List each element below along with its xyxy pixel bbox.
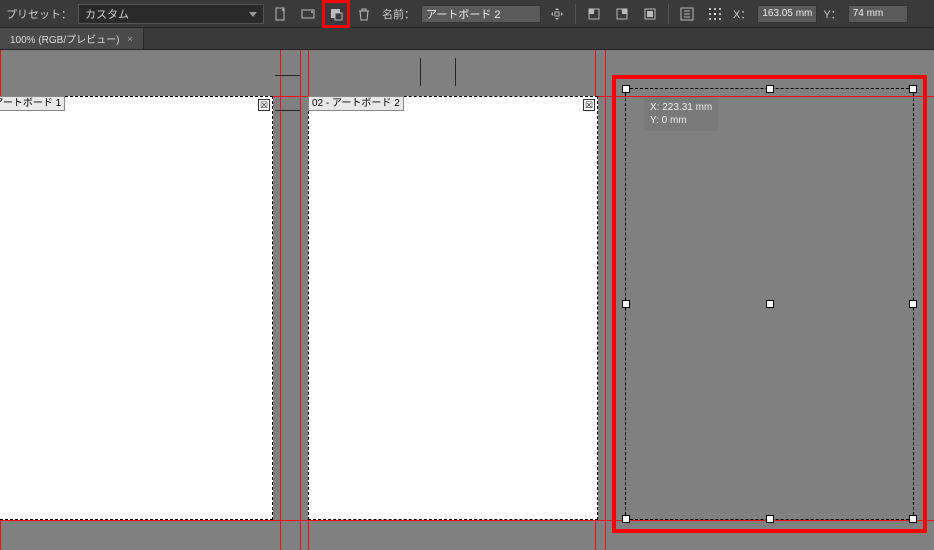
canvas-area[interactable]: 1 - アートボード 1 ☒ 02 - アートボード 2 ☒ X: 223.31… [0, 50, 934, 550]
position-tooltip: X: 223.31 mm Y: 0 mm [644, 97, 718, 131]
artboard-1[interactable]: 1 - アートボード 1 ☒ [0, 96, 273, 520]
resize-handle-nw[interactable] [622, 85, 630, 93]
document-tab-title: 100% (RGB/プレビュー) [10, 31, 119, 46]
align-button-3[interactable] [638, 2, 662, 26]
artboard-name-input[interactable] [421, 5, 541, 23]
reference-point-button[interactable] [703, 2, 727, 26]
tab-close-icon[interactable]: × [127, 34, 132, 44]
guide-vertical [280, 50, 281, 550]
resize-handle-e[interactable] [909, 300, 917, 308]
delete-artboard-button[interactable] [352, 2, 376, 26]
orientation-portrait-button[interactable] [268, 2, 292, 26]
align-button-1[interactable] [582, 2, 606, 26]
resize-handle-ne[interactable] [909, 85, 917, 93]
align-button-2[interactable] [610, 2, 634, 26]
artboard-label: 1 - アートボード 1 [0, 96, 65, 111]
artboard-label: 02 - アートボード 2 [308, 96, 404, 111]
separator [668, 4, 669, 24]
new-artboard-selection[interactable]: X: 223.31 mm Y: 0 mm [625, 88, 914, 520]
crop-mark [275, 75, 300, 76]
document-tab[interactable]: 100% (RGB/プレビュー) × [0, 28, 144, 49]
new-artboard-button[interactable] [324, 2, 348, 26]
preset-value-text: カスタム [85, 6, 129, 22]
resize-handle-n[interactable] [766, 85, 774, 93]
y-label: Y： [821, 6, 843, 22]
move-artwork-icon [550, 7, 564, 21]
resize-handle-s[interactable] [766, 515, 774, 523]
artboard-close-icon[interactable]: ☒ [258, 99, 270, 111]
move-with-artboard-button[interactable] [545, 2, 569, 26]
artboard-close-icon[interactable]: ☒ [583, 99, 595, 111]
document-tab-bar: 100% (RGB/プレビュー) × [0, 28, 934, 50]
orientation-landscape-button[interactable] [296, 2, 320, 26]
tooltip-y-line: Y: 0 mm [650, 114, 712, 127]
preset-dropdown[interactable]: カスタム [78, 4, 264, 24]
align-icon-1 [587, 7, 601, 21]
trash-icon [357, 7, 371, 21]
resize-handle-w[interactable] [622, 300, 630, 308]
preset-label: プリセット： [4, 6, 74, 22]
center-handle[interactable] [766, 300, 774, 308]
name-label: 名前： [380, 6, 417, 22]
align-icon-3 [643, 7, 657, 21]
artboard-options-button[interactable] [675, 2, 699, 26]
tooltip-x-line: X: 223.31 mm [650, 101, 712, 114]
landscape-icon [301, 7, 315, 21]
resize-handle-se[interactable] [909, 515, 917, 523]
reference-point-icon [708, 7, 722, 21]
crop-mark [455, 58, 456, 86]
resize-handle-sw[interactable] [622, 515, 630, 523]
guide-vertical [300, 50, 301, 550]
align-icon-2 [615, 7, 629, 21]
guide-vertical [605, 50, 606, 550]
guide-horizontal [0, 520, 934, 521]
options-bar: プリセット： カスタム 名前： X： Y： [0, 0, 934, 28]
x-label: X： [731, 6, 753, 22]
x-coord-input[interactable] [757, 5, 817, 23]
crop-mark [420, 58, 421, 86]
separator [575, 4, 576, 24]
artboard-2[interactable]: 02 - アートボード 2 ☒ [308, 96, 598, 520]
y-coord-input[interactable] [848, 5, 908, 23]
portrait-icon [273, 7, 287, 21]
options-dialog-icon [680, 7, 694, 21]
crop-mark [275, 110, 300, 111]
new-artboard-icon [329, 7, 343, 21]
